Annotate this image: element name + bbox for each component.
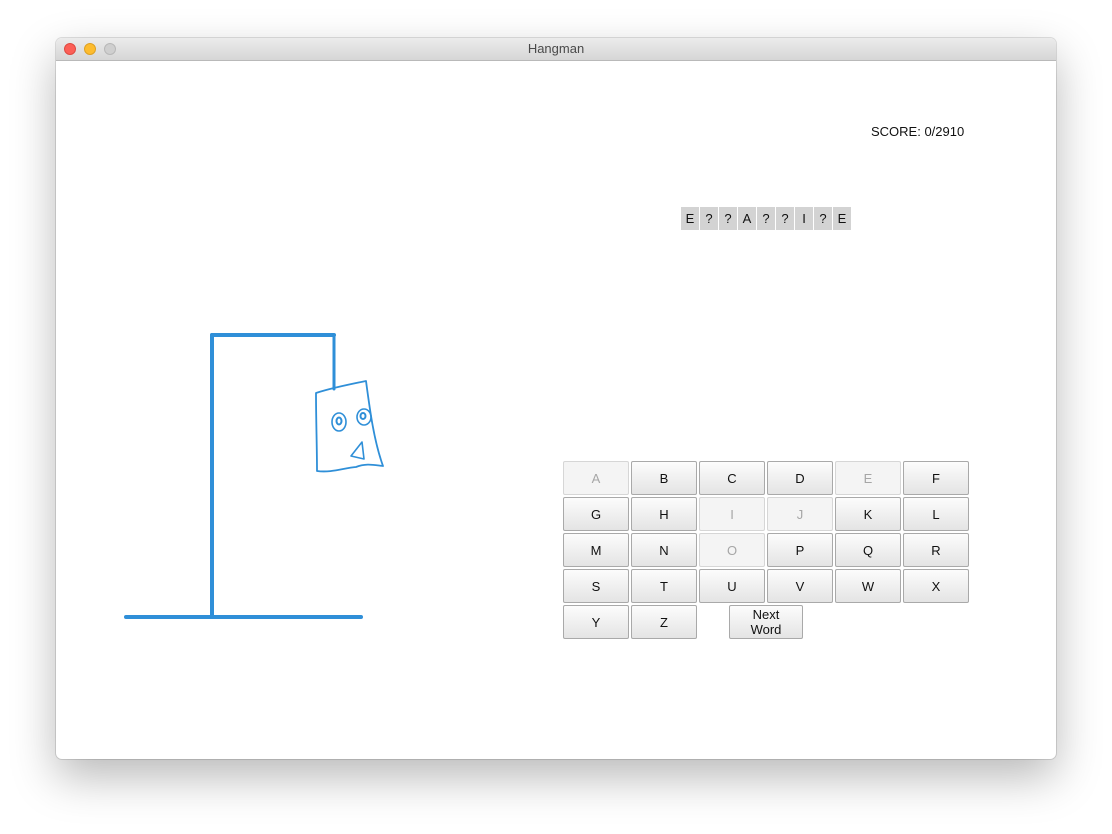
hangman-right-pupil — [359, 412, 367, 420]
letter-key-w[interactable]: W — [835, 569, 901, 603]
app-window: Hangman SCORE: 0/2910 E?? A?? I? E Next Wor… — [56, 38, 1056, 759]
letter-key-c[interactable]: C — [699, 461, 765, 495]
window-title: Hangman — [527, 41, 585, 56]
letter-key-h[interactable]: H — [631, 497, 697, 531]
letter-key-i[interactable]: I — [699, 497, 765, 531]
letter-key-x[interactable]: X — [903, 569, 969, 603]
word-letter-cell: E — [833, 207, 851, 230]
letter-key-l[interactable]: L — [903, 497, 969, 531]
game-area: SCORE: 0/2910 E?? A?? I? E Next Word ABCDEF… — [56, 61, 1056, 759]
letter-key-d[interactable]: D — [767, 461, 833, 495]
word-letter-cell: I — [795, 207, 813, 230]
letter-key-p[interactable]: P — [767, 533, 833, 567]
letter-key-e[interactable]: E — [835, 461, 901, 495]
letter-key-f[interactable]: F — [903, 461, 969, 495]
word-display: E?? A?? I? E — [681, 207, 851, 230]
hangman-head — [315, 380, 384, 473]
title-bar: Hangman — [56, 38, 1056, 61]
hangman-right-eye — [356, 408, 372, 426]
word-letter-cell: ? — [814, 207, 832, 230]
word-letter-cell: A — [738, 207, 756, 230]
letter-key-q[interactable]: Q — [835, 533, 901, 567]
letter-key-y[interactable]: Y — [563, 605, 629, 639]
letter-key-a[interactable]: A — [563, 461, 629, 495]
word-letter-cell: ? — [757, 207, 775, 230]
hangman-left-eye — [331, 412, 347, 432]
next-word-button[interactable]: Next Word — [729, 605, 803, 639]
letter-key-g[interactable]: G — [563, 497, 629, 531]
letter-key-v[interactable]: V — [767, 569, 833, 603]
letter-key-m[interactable]: M — [563, 533, 629, 567]
letter-key-r[interactable]: R — [903, 533, 969, 567]
letter-key-t[interactable]: T — [631, 569, 697, 603]
letter-key-u[interactable]: U — [699, 569, 765, 603]
word-letter-cell: ? — [700, 207, 718, 230]
word-letter-cell: ? — [776, 207, 794, 230]
score-label: SCORE: 0/2910 — [871, 124, 965, 139]
letter-key-b[interactable]: B — [631, 461, 697, 495]
hangman-left-pupil — [335, 416, 343, 426]
letter-key-o[interactable]: O — [699, 533, 765, 567]
letter-key-z[interactable]: Z — [631, 605, 697, 639]
word-letter-cell: ? — [719, 207, 737, 230]
hangman-drawing — [124, 333, 384, 619]
letter-key-k[interactable]: K — [835, 497, 901, 531]
word-letter-cell: E — [681, 207, 699, 230]
letter-key-n[interactable]: N — [631, 533, 697, 567]
letter-key-s[interactable]: S — [563, 569, 629, 603]
hangman-nose — [350, 441, 365, 460]
letter-key-j[interactable]: J — [767, 497, 833, 531]
